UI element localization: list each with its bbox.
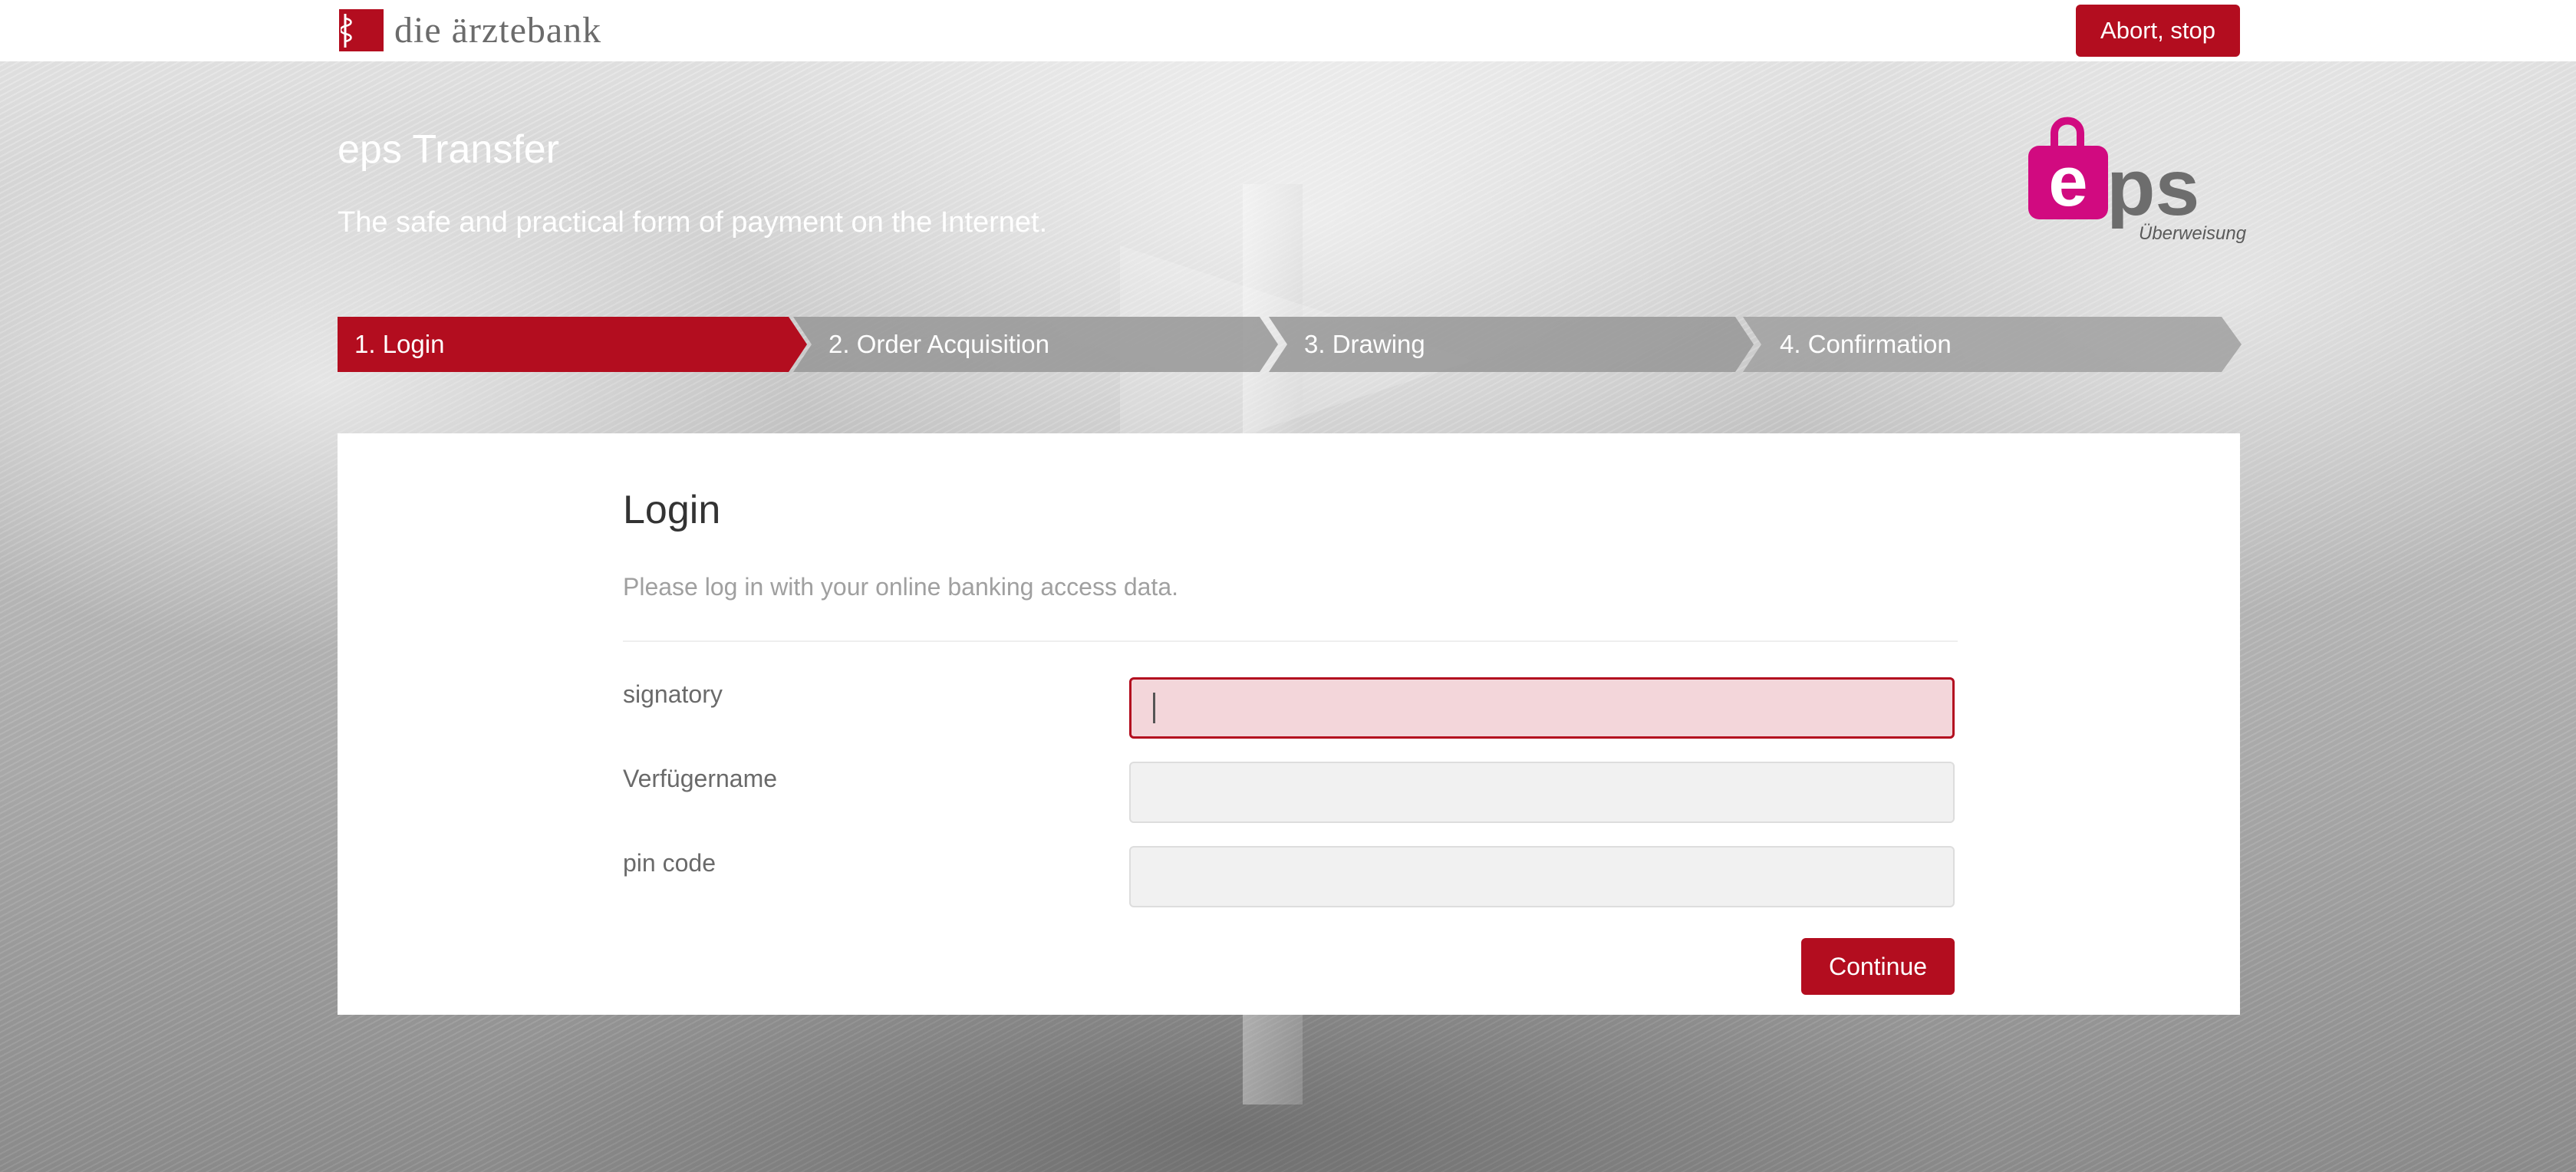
step-label: 2. Order Acquisition	[828, 330, 1049, 358]
continue-button[interactable]: Continue	[1801, 938, 1955, 995]
step-label: 4. Confirmation	[1780, 330, 1952, 358]
bank-name: die ärztebank	[394, 10, 602, 51]
verfuegername-label: Verfügername	[623, 765, 778, 792]
svg-text:ps: ps	[2107, 143, 2199, 229]
staff-of-asclepius-icon	[341, 14, 352, 48]
pin-code-label: pin code	[623, 849, 716, 877]
step-drawing: 3. Drawing	[1269, 317, 1754, 372]
eps-logo-subtitle: Überweisung	[2139, 223, 2247, 244]
pin-code-input[interactable]	[1129, 846, 1955, 907]
svg-text:e: e	[2048, 143, 2087, 221]
step-confirmation: 4. Confirmation	[1743, 317, 2242, 372]
top-bar: die ärztebank Abort, stop	[0, 0, 2576, 61]
text-caret	[1153, 693, 1155, 723]
signatory-input[interactable]	[1129, 677, 1955, 739]
verfuegername-input[interactable]	[1129, 762, 1955, 823]
login-description: Please log in with your online banking a…	[623, 573, 1178, 601]
step-label: 1. Login	[354, 330, 445, 358]
divider	[623, 640, 1958, 642]
eps-lock-icon: e ps	[2028, 117, 2199, 232]
abort-button[interactable]: Abort, stop	[2076, 5, 2240, 57]
page-subtitle: The safe and practical form of payment o…	[338, 206, 1048, 239]
login-panel: Login Please log in with your online ban…	[338, 433, 2240, 1015]
step-login: 1. Login	[338, 317, 807, 372]
step-label: 3. Drawing	[1304, 330, 1425, 358]
progress-stepper: 1. Login 2. Order Acquisition 3. Drawing…	[338, 317, 2242, 372]
signatory-label: signatory	[623, 680, 723, 708]
login-title: Login	[623, 488, 721, 532]
step-order-acquisition: 2. Order Acquisition	[793, 317, 1278, 372]
bank-logo-icon	[339, 9, 384, 51]
page-title: eps Transfer	[338, 127, 560, 172]
